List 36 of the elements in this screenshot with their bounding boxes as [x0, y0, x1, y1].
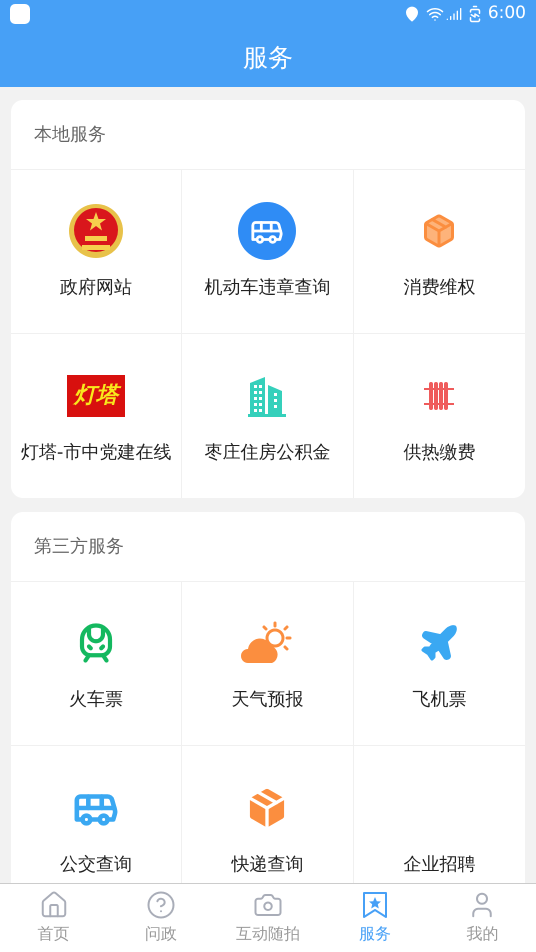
service-item[interactable]: 枣庄住房公积金 — [182, 334, 354, 498]
wifi-icon — [426, 5, 444, 23]
location-icon — [404, 6, 420, 22]
service-label: 枣庄住房公积金 — [204, 440, 330, 464]
service-item[interactable]: 企业招聘 — [354, 746, 525, 883]
service-label: 飞机票 — [412, 688, 466, 712]
building-icon — [247, 374, 288, 416]
service-item[interactable]: 火车票 — [11, 582, 182, 746]
section-title: 本地服务 — [34, 123, 106, 147]
service-label: 企业招聘 — [403, 852, 476, 876]
service-label: 公交查询 — [60, 852, 132, 876]
service-label: 火车票 — [69, 688, 124, 712]
app-notification-icon — [10, 4, 30, 24]
service-item[interactable]: 消费维权 — [354, 170, 525, 334]
service-item[interactable]: 供热缴费 — [354, 334, 525, 498]
service-item[interactable]: 灯塔 灯塔-市中党建在线 — [11, 334, 182, 498]
service-label: 消费维权 — [403, 276, 476, 300]
weather-icon — [240, 621, 294, 665]
service-label: 天气预报 — [231, 688, 304, 712]
service-label: 灯塔-市中党建在线 — [20, 440, 172, 464]
service-item[interactable]: 天气预报 — [182, 582, 354, 746]
status-time: 6:00 — [488, 2, 526, 26]
signal-icon — [446, 6, 462, 22]
radiator-icon — [423, 380, 456, 412]
service-label: 快递查询 — [231, 852, 304, 876]
help-icon — [146, 890, 176, 920]
page-title: 服务 — [243, 42, 293, 74]
section-title: 第三方服务 — [34, 535, 124, 559]
service-label: 供热缴费 — [403, 440, 476, 464]
logo-icon: 灯塔 — [67, 374, 126, 416]
service-label: 政府网站 — [60, 276, 132, 300]
service-item[interactable]: 政府网站 — [11, 170, 182, 334]
service-item[interactable]: 机动车违章查询 — [182, 170, 354, 334]
service-label: 机动车违章查询 — [204, 276, 330, 300]
service-item[interactable]: 飞机票 — [354, 582, 525, 746]
emblem-icon — [68, 203, 124, 259]
